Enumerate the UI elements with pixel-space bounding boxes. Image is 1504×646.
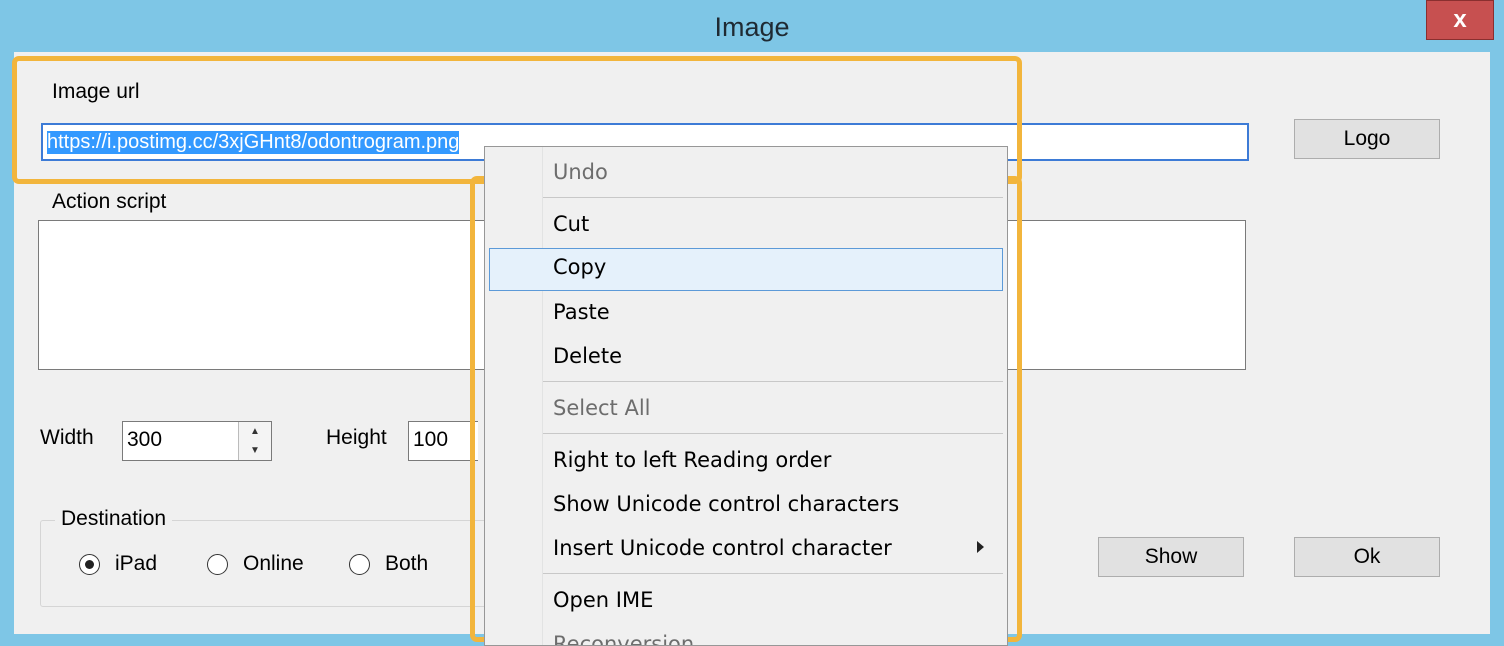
menu-item-label: Right to left Reading order — [553, 448, 832, 472]
menu-separator — [543, 573, 1003, 574]
radio-unselected-icon — [349, 554, 370, 575]
radio-selected-icon — [79, 554, 100, 575]
submenu-arrow-icon — [977, 541, 984, 553]
menu-item-label: Reconversion — [553, 632, 695, 646]
menu-item-label: Copy — [553, 255, 607, 279]
destination-label: Destination — [55, 507, 173, 531]
spin-down-icon[interactable]: ▼ — [239, 441, 271, 460]
menu-item-label: Open IME — [553, 588, 654, 612]
close-icon: x — [1453, 6, 1467, 33]
menu-item-insert-unicode[interactable]: Insert Unicode control character — [485, 529, 1007, 569]
menu-item-label: Delete — [553, 344, 622, 368]
radio-unselected-icon — [207, 554, 228, 575]
menu-item-label: Paste — [553, 300, 610, 324]
title-bar: Image x — [0, 0, 1504, 52]
menu-item-label: Insert Unicode control character — [553, 536, 892, 560]
menu-item-rtl-reading-order[interactable]: Right to left Reading order — [485, 441, 1007, 481]
menu-item-cut[interactable]: Cut — [485, 205, 1007, 245]
menu-item-reconversion[interactable]: Reconversion — [485, 625, 1007, 646]
menu-item-undo[interactable]: Undo — [485, 153, 1007, 193]
width-label: Width — [40, 426, 94, 449]
close-button[interactable]: x — [1426, 0, 1494, 40]
action-script-label: Action script — [52, 190, 167, 213]
menu-item-copy[interactable]: Copy — [489, 248, 1003, 291]
menu-item-label: Show Unicode control characters — [553, 492, 900, 516]
width-value: 300 — [127, 428, 163, 451]
radio-online-label: Online — [243, 552, 304, 575]
height-value: 100 — [413, 428, 449, 451]
menu-item-paste[interactable]: Paste — [485, 293, 1007, 333]
ok-button[interactable]: Ok — [1294, 537, 1440, 577]
height-stepper[interactable]: 100 — [408, 421, 478, 461]
menu-separator — [543, 381, 1003, 382]
width-stepper[interactable]: 300 ▲ ▼ — [122, 421, 272, 461]
height-label: Height — [326, 426, 387, 449]
menu-item-delete[interactable]: Delete — [485, 337, 1007, 377]
window-title: Image — [714, 12, 790, 42]
menu-separator — [543, 433, 1003, 434]
menu-item-label: Undo — [553, 160, 608, 184]
width-spin-buttons: ▲ ▼ — [238, 422, 271, 460]
radio-ipad-label: iPad — [115, 552, 158, 575]
radio-ipad[interactable]: iPad — [79, 552, 179, 579]
menu-separator — [543, 197, 1003, 198]
destination-group: Destination iPad Online Both — [40, 507, 490, 607]
show-button[interactable]: Show — [1098, 537, 1244, 577]
spin-up-icon[interactable]: ▲ — [239, 422, 271, 442]
logo-button[interactable]: Logo — [1294, 119, 1440, 159]
radio-both[interactable]: Both — [349, 552, 459, 579]
menu-item-open-ime[interactable]: Open IME — [485, 581, 1007, 621]
menu-item-label: Cut — [553, 212, 590, 236]
menu-item-show-unicode[interactable]: Show Unicode control characters — [485, 485, 1007, 525]
radio-both-label: Both — [385, 552, 429, 575]
menu-item-select-all[interactable]: Select All — [485, 389, 1007, 429]
radio-online[interactable]: Online — [207, 552, 327, 579]
context-menu: Undo Cut Copy Paste Delete Select All Ri… — [484, 146, 1008, 646]
menu-item-label: Select All — [553, 396, 651, 420]
